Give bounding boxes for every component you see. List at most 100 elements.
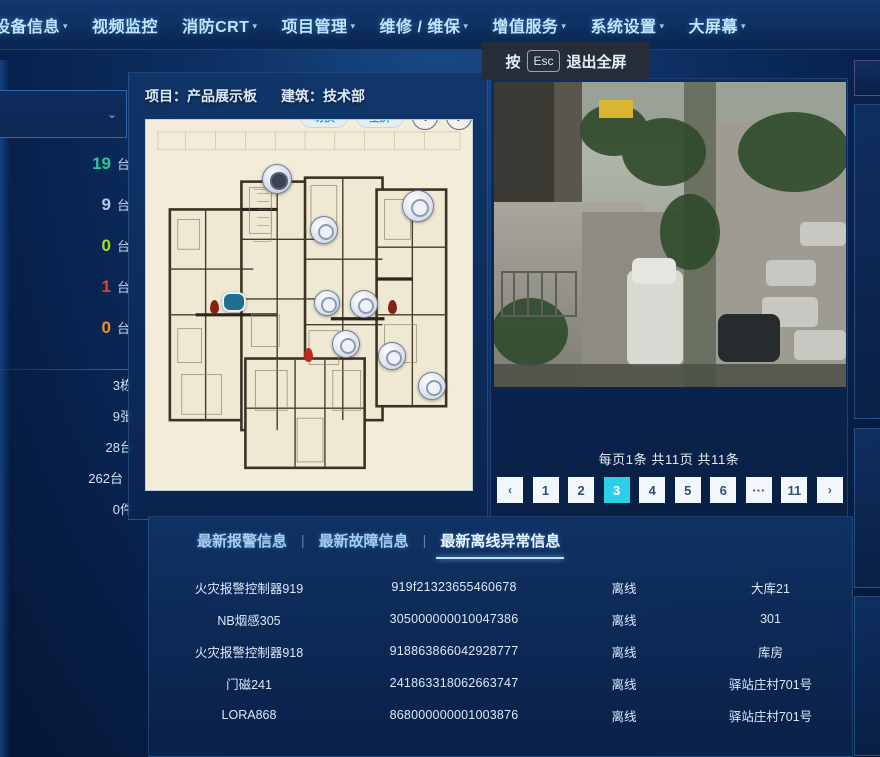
device-marker[interactable] [310,216,338,244]
nav-item-video-monitor[interactable]: 视频监控 [80,13,170,37]
device-marker[interactable] [418,372,446,400]
device-marker[interactable] [378,342,406,370]
nav-item-project-management[interactable]: 项目管理 ▾ [269,13,367,37]
stat-row: 1 台 [0,277,133,318]
chevron-down-icon: ▾ [63,20,69,31]
stat-value: 19 [92,154,111,173]
exit-fullscreen-tooltip: 按 Esc 退出全屏 [482,42,650,80]
right-panel-badge [854,60,880,96]
table-row[interactable]: LORA868 868000000001003876 离线 驿站庄村701号 [149,699,852,731]
floorplan-drawing [146,120,472,490]
stat-row: 19 台 [0,154,133,195]
nav-item-label: 消防CRT [182,19,250,36]
page-button-11[interactable]: 11 [781,477,808,503]
pagination: ‹ 1 2 3 4 5 6 ··· 11 › [497,477,843,503]
right-panel-list [854,428,880,588]
next-floor-button[interactable]: › [446,120,472,130]
video-monitor-panel: 每页1条 共11页 共11条 ‹ 1 2 3 4 5 6 ··· 11 › [490,78,848,522]
nav-item-label: 大屏幕 [688,19,739,36]
stat-value: 9 [101,195,111,214]
page-ellipsis[interactable]: ··· [745,477,772,503]
fullscreen-button[interactable]: 全屏 [356,120,404,128]
table-row[interactable]: 火灾报警控制器918 918863866042928777 离线 库房 [149,635,852,667]
latest-events-panel: 最新报警信息 | 最新故障信息 | 最新离线异常信息 火灾报警控制器919 91… [148,516,853,757]
top-navigation-bar: 设备信息 ▾ 视频监控 消防CRT ▾ 项目管理 ▾ 维修 / 维保 ▾ 增值服… [0,0,880,50]
tab-latest-faults[interactable]: 最新故障信息 [305,530,423,551]
stat-value: 0 [101,236,111,255]
tab-latest-alarms[interactable]: 最新报警信息 [183,530,301,551]
events-table: 火灾报警控制器919 919f21323655460678 离线 大库21 NB… [149,563,852,731]
cell-device: 门磁241 [226,677,272,692]
crt-controls: 切换 全屏 ‹ › [300,120,472,130]
cell-code: 919f21323655460678 [391,580,517,594]
video-feed[interactable] [494,82,846,387]
cell-location: 大库21 [751,581,790,596]
summary-line: 3栋 [112,378,133,393]
device-marker-panel[interactable] [222,292,246,312]
device-marker[interactable] [350,290,378,318]
chevron-down-icon: ⌄ [106,107,117,121]
chevron-down-icon: ▾ [561,20,567,31]
cell-code: 241863318062663747 [389,676,519,690]
cell-status: 离线 [611,613,637,628]
device-marker[interactable] [262,164,292,194]
prev-floor-button[interactable]: ‹ [412,120,438,130]
nav-item-label: 视频监控 [92,19,159,36]
crt-floorplan-stage[interactable]: 切换 全屏 ‹ › [145,119,473,491]
page-button-3[interactable]: 3 [603,477,630,503]
location-pin-icon [388,300,397,314]
table-row[interactable]: NB烟感305 305000000010047386 离线 301 [149,603,852,635]
stat-row: 9 台 [0,195,133,236]
page-button-6[interactable]: 6 [710,477,737,503]
cell-status: 离线 [611,677,637,692]
cell-code: 305000000010047386 [389,612,519,626]
location-pin-icon [304,348,313,362]
table-row[interactable]: 火灾报警控制器919 919f21323655460678 离线 大库21 [149,571,852,603]
cell-device: LORA868 [221,708,277,722]
cell-status: 离线 [611,581,637,596]
chevron-down-icon: ▾ [659,20,665,31]
device-marker[interactable] [402,190,434,222]
nav-item-device-info[interactable]: 设备信息 ▾ [0,13,80,37]
sidebar-summary-list: 3栋 9张 28台 262台 0件 [0,370,137,525]
nav-item-fire-crt[interactable]: 消防CRT ▾ [170,13,269,37]
nav-item-big-screen[interactable]: 大屏幕 ▾ [677,13,759,37]
switch-button[interactable]: 切换 [300,120,348,128]
stat-value: 0 [101,318,111,337]
cell-code: 918863866042928777 [389,644,519,658]
stat-row: 0 台 [0,318,133,359]
page-button-4[interactable]: 4 [639,477,666,503]
crt-project-label: 项目：产品展示板 [145,88,257,104]
page-button-1[interactable]: 1 [532,477,559,503]
nav-item-maintenance[interactable]: 维修 / 维保 ▾ [368,13,481,37]
cell-device: 火灾报警控制器918 [194,645,304,660]
page-next-button[interactable]: › [816,477,843,503]
nav-item-label: 项目管理 [281,19,348,36]
device-marker[interactable] [314,290,340,316]
video-scene [494,82,846,387]
cell-device: NB烟感305 [217,613,281,628]
page-prev-button[interactable]: ‹ [497,477,523,503]
nav-item-label: 增值服务 [492,19,559,36]
location-pin-icon [210,300,219,314]
summary-line: 28台 [105,440,133,455]
tab-latest-offline[interactable]: 最新离线异常信息 [426,530,574,559]
stat-value: 1 [101,277,111,296]
esc-key-badge: Esc [527,50,560,72]
fullscreen-dashboard: 设备信息 ▾ 视频监控 消防CRT ▾ 项目管理 ▾ 维修 / 维保 ▾ 增值服… [0,0,880,757]
page-button-5[interactable]: 5 [674,477,701,503]
chevron-down-icon: ▾ [463,20,469,31]
nav-item-value-added-services[interactable]: 增值服务 ▾ [480,13,578,37]
nav-item-system-settings[interactable]: 系统设置 ▾ [578,13,676,37]
table-row[interactable]: 门磁241 241863318062663747 离线 驿站庄村701号 [149,667,852,699]
cell-device: 火灾报警控制器919 [194,581,304,596]
events-tabs: 最新报警信息 | 最新故障信息 | 最新离线异常信息 [149,517,852,563]
page-button-2[interactable]: 2 [568,477,595,503]
crt-panel-header: 项目：产品展示板 建筑：技术部 [129,73,487,119]
cell-status: 离线 [611,709,637,724]
device-marker[interactable] [332,330,360,358]
right-panel-chart [854,104,880,419]
summary-line: 9张 [112,409,133,424]
project-select-dropdown[interactable]: ⌄ [0,90,127,138]
cell-status: 离线 [611,645,637,660]
